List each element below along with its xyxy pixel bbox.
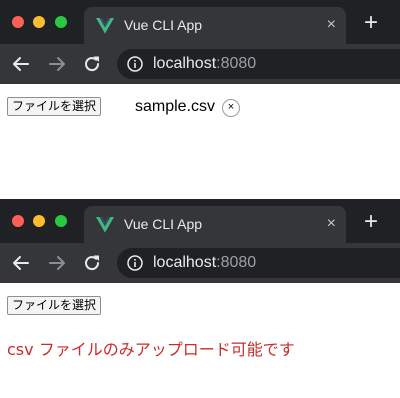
url-port: :8080 xyxy=(216,254,257,271)
url-host: localhost xyxy=(153,254,217,271)
url-text: localhost:8080 xyxy=(153,55,256,73)
vue-logo-icon xyxy=(96,18,114,34)
minimize-window-button[interactable] xyxy=(33,16,45,28)
maximize-window-button[interactable] xyxy=(55,16,67,28)
tab-close-icon[interactable]: × xyxy=(327,16,336,34)
close-window-button[interactable] xyxy=(12,215,24,227)
tab-close-icon[interactable]: × xyxy=(327,215,336,233)
new-tab-button[interactable]: + xyxy=(360,210,382,234)
tab-title: Vue CLI App xyxy=(124,17,203,33)
tab-title: Vue CLI App xyxy=(124,216,203,232)
browser-toolbar: localhost:8080 xyxy=(0,44,400,84)
choose-file-button[interactable]: ファイルを選択 xyxy=(7,97,102,116)
reload-icon[interactable] xyxy=(80,251,104,275)
minimize-window-button[interactable] xyxy=(33,215,45,227)
clear-file-button[interactable]: × xyxy=(222,99,240,117)
url-host: localhost xyxy=(153,55,217,72)
back-arrow-icon[interactable] xyxy=(9,52,33,76)
new-tab-button[interactable]: + xyxy=(360,11,382,35)
choose-file-button[interactable]: ファイルを選択 xyxy=(7,296,102,315)
url-text: localhost:8080 xyxy=(153,254,256,272)
address-bar[interactable]: localhost:8080 xyxy=(117,49,400,79)
active-tab[interactable]: Vue CLI App × xyxy=(84,206,346,243)
browser-toolbar: localhost:8080 xyxy=(0,243,400,283)
site-info-icon[interactable] xyxy=(127,255,143,271)
forward-arrow-icon[interactable] xyxy=(45,52,69,76)
forward-arrow-icon[interactable] xyxy=(45,251,69,275)
upload-error-message: csv ファイルのみアップロード可能です xyxy=(7,340,295,359)
vue-logo-icon xyxy=(96,217,114,233)
close-window-button[interactable] xyxy=(12,16,24,28)
tab-bar: Vue CLI App × + xyxy=(0,0,400,44)
page-content: ファイルを選択 csv ファイルのみアップロード可能です xyxy=(0,283,400,398)
reload-icon[interactable] xyxy=(80,52,104,76)
address-bar[interactable]: localhost:8080 xyxy=(117,248,400,278)
tab-bar: Vue CLI App × + xyxy=(0,199,400,243)
browser-window-file-selected: Vue CLI App × + localhost:8080 ファイルを選択 s… xyxy=(0,0,400,199)
maximize-window-button[interactable] xyxy=(55,215,67,227)
back-arrow-icon[interactable] xyxy=(9,251,33,275)
selected-file-name: sample.csv xyxy=(135,98,216,115)
browser-window-upload-error: Vue CLI App × + localhost:8080 ファイルを選択 c… xyxy=(0,199,400,398)
active-tab[interactable]: Vue CLI App × xyxy=(84,7,346,44)
site-info-icon[interactable] xyxy=(127,56,143,72)
page-content: ファイルを選択 sample.csv × xyxy=(0,84,400,199)
url-port: :8080 xyxy=(216,55,257,72)
